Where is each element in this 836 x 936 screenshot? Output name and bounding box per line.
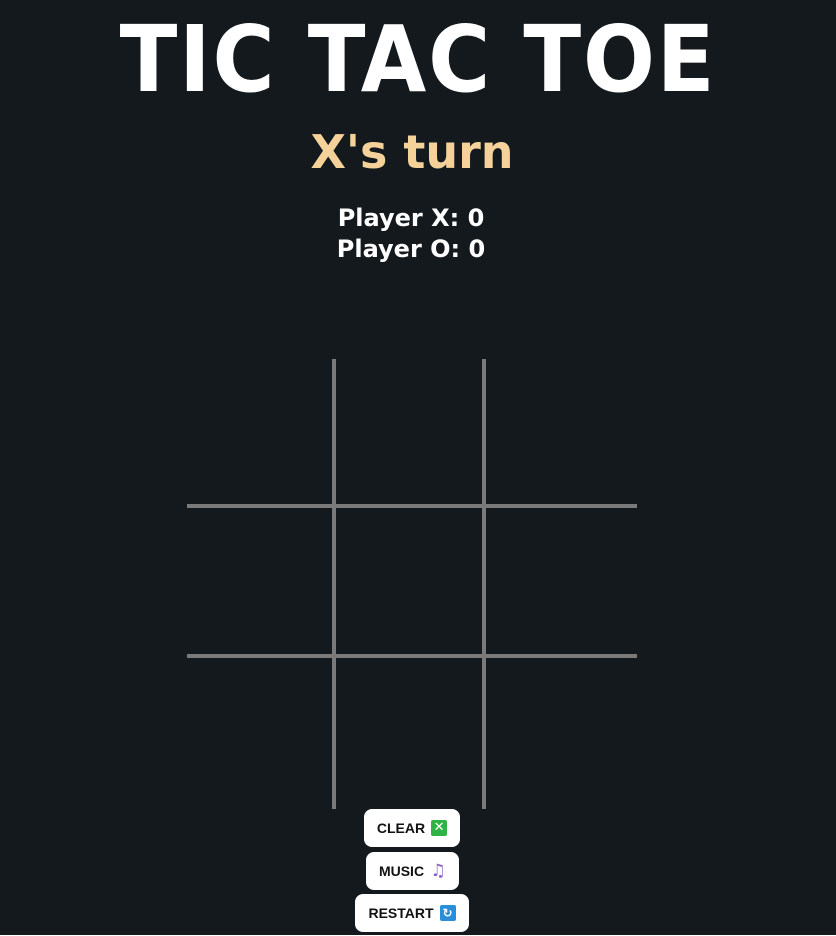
grid-line-horizontal-1 xyxy=(187,504,637,508)
board-cell-2[interactable] xyxy=(336,359,482,505)
grid-line-vertical-1 xyxy=(332,359,336,809)
board-cell-3[interactable] xyxy=(486,359,632,505)
score-player-x: Player X: 0 xyxy=(337,204,485,232)
clear-button-label: CLEAR xyxy=(376,820,426,836)
game-page: TIC TAC TOE X's turn Player X: 0 Player … xyxy=(0,0,836,935)
turn-indicator: X's turn xyxy=(310,125,514,179)
board-cell-1[interactable] xyxy=(187,359,333,505)
game-board xyxy=(187,359,637,809)
cross-mark-icon: ✕ xyxy=(431,820,448,836)
music-note-icon: ♫ xyxy=(430,861,446,881)
grid-line-horizontal-2 xyxy=(187,654,637,658)
board-cell-5[interactable] xyxy=(336,508,482,654)
board-cell-8[interactable] xyxy=(336,658,482,804)
grid-line-vertical-2 xyxy=(482,359,486,809)
board-cell-7[interactable] xyxy=(187,658,333,804)
board-cell-9[interactable] xyxy=(486,658,632,804)
score-player-o: Player O: 0 xyxy=(336,235,486,263)
refresh-icon: ↻ xyxy=(439,905,456,921)
music-button[interactable]: MUSIC ♫ xyxy=(366,852,459,890)
restart-button-label: RESTART xyxy=(368,905,434,921)
clear-button[interactable]: CLEAR ✕ xyxy=(364,809,460,847)
board-cell-6[interactable] xyxy=(486,508,632,654)
board-cell-4[interactable] xyxy=(187,508,333,654)
music-button-label: MUSIC xyxy=(378,863,425,879)
restart-button[interactable]: RESTART ↻ xyxy=(355,894,469,932)
game-title: TIC TAC TOE xyxy=(119,6,717,113)
